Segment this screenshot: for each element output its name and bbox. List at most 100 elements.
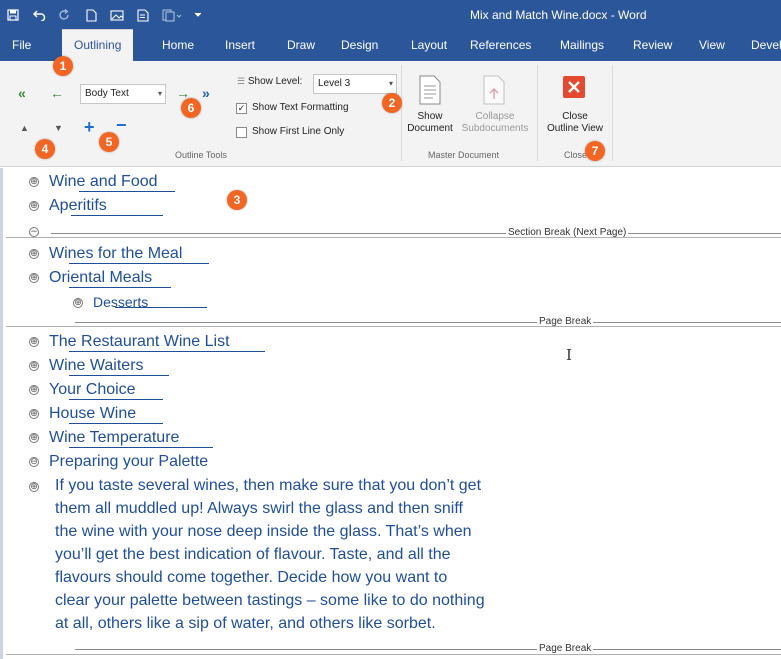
redo-icon[interactable] xyxy=(52,0,78,30)
expand-symbol-icon[interactable]: ⊕ xyxy=(29,385,39,395)
outline-heading[interactable]: ⊕ House Wine xyxy=(29,404,136,424)
chevron-down-icon: ▾ xyxy=(388,79,393,88)
picture-icon[interactable] xyxy=(104,0,130,30)
expand-symbol-icon[interactable]: ⊕ xyxy=(73,298,83,308)
outline-heading[interactable]: ⊕ Wine Temperature xyxy=(29,428,179,448)
expand-icon[interactable]: + xyxy=(84,118,95,136)
close-outline-view-button[interactable]: Close Outline View xyxy=(540,111,610,135)
group-divider xyxy=(537,65,538,161)
underline xyxy=(69,263,209,264)
quick-access-toolbar xyxy=(0,0,206,30)
promote-icon[interactable]: ← xyxy=(50,86,64,100)
outline-heading[interactable]: ⊕ The Restaurant Wine List xyxy=(29,332,230,352)
callout-badge-4: 4 xyxy=(35,139,55,159)
collapse-subdocuments-icon[interactable] xyxy=(482,75,506,110)
ribbon: « ← Body Text ▾ → » ▲ ▼ + − ☰ Show Level… xyxy=(0,61,781,167)
show-level-dropdown[interactable]: Level 3 ▾ xyxy=(313,74,397,94)
document-title: Mix and Match Wine.docx - Word xyxy=(470,8,647,22)
underline xyxy=(79,191,175,192)
tab-view[interactable]: View xyxy=(699,30,725,61)
text-cursor-icon: I xyxy=(566,346,572,364)
underline xyxy=(115,307,207,308)
show-level-value: Level 3 xyxy=(318,78,351,89)
group-divider xyxy=(612,65,613,161)
tab-draw[interactable]: Draw xyxy=(287,30,315,61)
new-document-icon[interactable] xyxy=(78,0,104,30)
underline xyxy=(69,447,213,448)
expand-symbol-icon[interactable]: ⊕ xyxy=(29,249,39,259)
customize-icon[interactable] xyxy=(190,0,206,30)
undo-icon[interactable] xyxy=(26,0,52,30)
body-text-line: the wine with your nose deep inside the … xyxy=(55,523,472,540)
expand-symbol-icon[interactable]: ⊕ xyxy=(29,177,39,187)
outline-heading[interactable]: ⊕ Aperitifs xyxy=(29,196,107,216)
outline-heading[interactable]: ⊕ Oriental Meals xyxy=(29,268,152,288)
underline xyxy=(69,351,265,352)
outline-heading[interactable]: ⊕ Wines for the Meal xyxy=(29,244,182,264)
outline-section-break-item[interactable]: − xyxy=(29,223,49,243)
collapse-subdocuments-button[interactable]: Collapse Subdocuments xyxy=(459,111,531,135)
body-text-paragraph[interactable]: If you taste several wines, then make su… xyxy=(55,474,575,635)
callout-badge-6: 6 xyxy=(181,98,201,118)
body-text-line: them all muddled up! Always swirl the gl… xyxy=(55,500,463,517)
show-text-formatting-checkbox[interactable]: ✓ xyxy=(236,103,247,114)
collapse-symbol-icon[interactable]: ⊖ xyxy=(29,457,39,467)
show-document-button[interactable]: Show Document xyxy=(403,111,457,135)
tab-layout[interactable]: Layout xyxy=(411,30,447,61)
expand-symbol-icon[interactable]: ⊕ xyxy=(29,482,39,492)
show-level-icon: ☰ xyxy=(237,76,246,86)
outline-heading[interactable]: ⊖ Preparing your Palette xyxy=(29,452,208,472)
group-divider xyxy=(401,65,402,161)
expand-symbol-icon[interactable]: ⊕ xyxy=(29,201,39,211)
tab-file[interactable]: File xyxy=(12,30,31,61)
section-divider xyxy=(6,237,781,238)
show-document-icon[interactable] xyxy=(418,75,442,110)
tab-review[interactable]: Review xyxy=(633,30,672,61)
demote-to-body-text-icon[interactable]: » xyxy=(202,86,210,100)
tab-design[interactable]: Design xyxy=(341,30,378,61)
tab-insert[interactable]: Insert xyxy=(225,30,255,61)
save-icon[interactable] xyxy=(0,0,26,30)
outline-level-value: Body Text xyxy=(85,88,129,99)
underline xyxy=(69,375,169,376)
tab-mailings[interactable]: Mailings xyxy=(560,30,604,61)
collapse-symbol-icon[interactable]: − xyxy=(29,227,39,237)
tab-references[interactable]: References xyxy=(470,30,531,61)
outline-document[interactable]: ⊕ Wine and Food ⊕ Aperitifs − Section Brea… xyxy=(0,168,781,659)
page-divider xyxy=(6,326,781,327)
close-outline-view-icon[interactable] xyxy=(563,76,585,103)
move-up-icon[interactable]: ▲ xyxy=(20,123,29,133)
callout-badge-3: 3 xyxy=(227,190,247,210)
group-label-master-document: Master Document xyxy=(428,150,500,160)
callout-badge-5: 5 xyxy=(99,132,119,152)
expand-symbol-icon[interactable]: ⊕ xyxy=(29,433,39,443)
outline-heading[interactable]: ⊕ Wine and Food xyxy=(29,172,158,192)
collapse-icon[interactable]: − xyxy=(116,116,127,134)
tab-home[interactable]: Home xyxy=(162,30,194,61)
expand-symbol-icon[interactable]: ⊕ xyxy=(29,361,39,371)
page-break-label: Page Break xyxy=(537,643,594,654)
outline-level-dropdown[interactable]: Body Text ▾ xyxy=(80,84,166,104)
page-divider xyxy=(6,654,781,655)
move-down-icon[interactable]: ▼ xyxy=(54,123,63,133)
tab-developer[interactable]: Devel xyxy=(751,30,781,61)
print-preview-icon[interactable] xyxy=(130,0,156,30)
underline xyxy=(69,287,171,288)
outline-heading[interactable]: ⊕ Your Choice xyxy=(29,380,136,400)
tab-outlining[interactable]: Outlining xyxy=(62,29,134,61)
expand-symbol-icon[interactable]: ⊕ xyxy=(29,337,39,347)
outline-heading[interactable]: ⊕ Wine Waiters xyxy=(29,356,144,376)
copy-format-icon[interactable] xyxy=(156,0,190,30)
title-bar: Mix and Match Wine.docx - Word xyxy=(0,0,781,30)
promote-to-heading1-icon[interactable]: « xyxy=(18,86,26,100)
show-text-formatting-label: Show Text Formatting xyxy=(252,102,349,113)
page-break-line xyxy=(75,649,781,650)
outline-subheading[interactable]: ⊕ Desserts xyxy=(73,292,148,312)
callout-badge-7: 7 xyxy=(585,141,605,161)
expand-symbol-icon[interactable]: ⊕ xyxy=(29,273,39,283)
body-text-bullet[interactable]: ⊕ xyxy=(29,477,49,497)
expand-symbol-icon[interactable]: ⊕ xyxy=(29,409,39,419)
show-first-line-only-checkbox[interactable] xyxy=(236,127,247,138)
callout-badge-1: 1 xyxy=(53,56,73,76)
underline xyxy=(69,399,163,400)
